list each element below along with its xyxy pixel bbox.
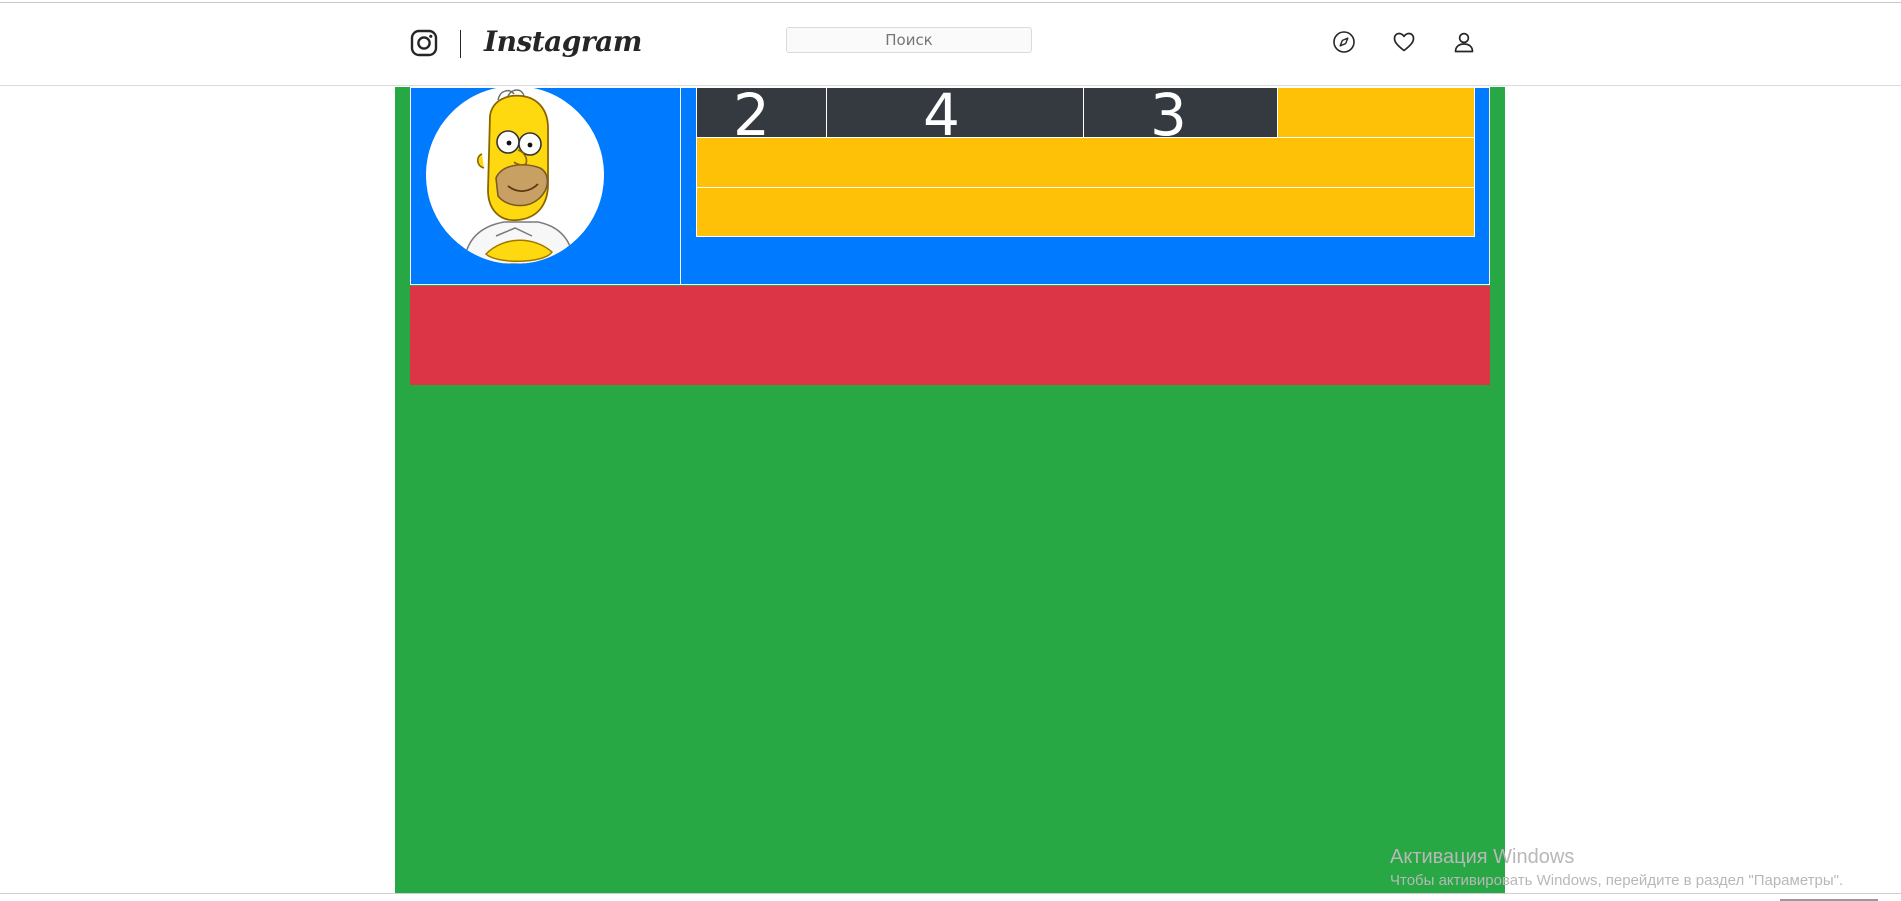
navbar-content: Instagram (410, 3, 1476, 85)
user-icon[interactable] (1452, 30, 1476, 54)
stat-following[interactable]: 3 (1084, 88, 1278, 137)
windows-activation-subtitle: Чтобы активировать Windows, перейдите в … (1390, 872, 1844, 889)
stat-posts-value: 2 (733, 88, 770, 137)
stat-following-value: 3 (1150, 88, 1187, 137)
instagram-camera-icon[interactable] (410, 29, 438, 57)
homer-simpson-avatar[interactable] (426, 86, 604, 264)
heart-icon[interactable] (1392, 30, 1416, 54)
bottom-border (0, 893, 1901, 894)
logo-divider (460, 30, 461, 58)
profile-bio-block (410, 286, 1490, 385)
stat-followers-value: 4 (923, 88, 960, 137)
compass-icon[interactable] (1332, 30, 1356, 54)
stat-followers[interactable]: 4 (827, 88, 1084, 137)
instagram-wordmark[interactable]: Instagram (484, 25, 642, 58)
top-navbar: Instagram (0, 3, 1901, 86)
search-input[interactable] (786, 27, 1032, 53)
windows-activation-title: Активация Windows (1390, 846, 1575, 868)
stat-posts[interactable]: 2 (697, 88, 827, 137)
